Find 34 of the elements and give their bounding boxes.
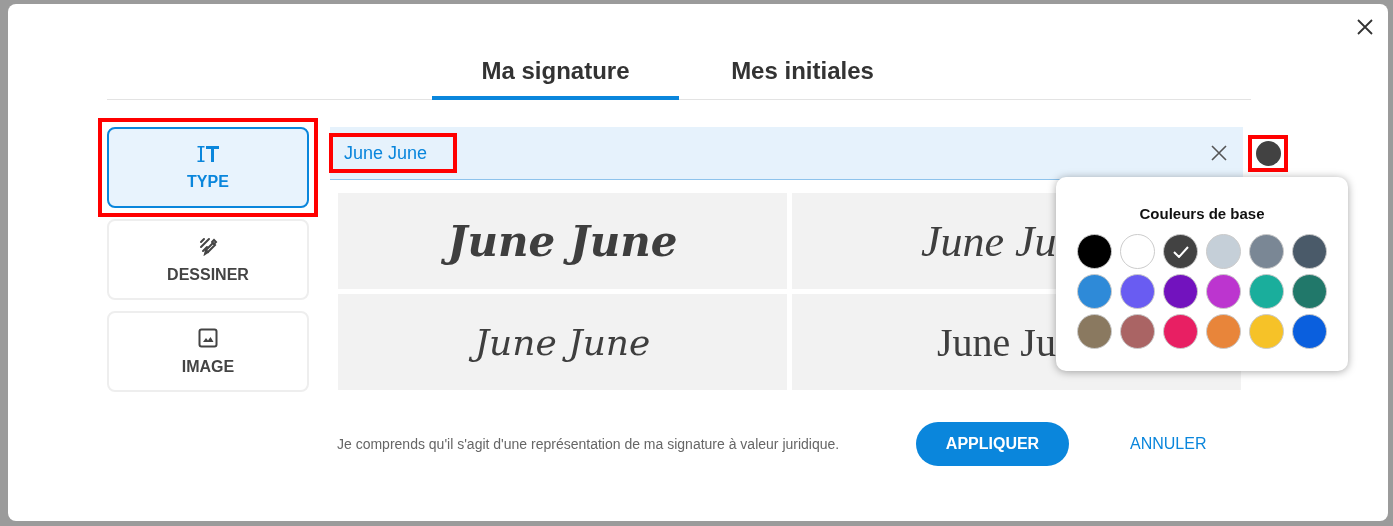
color-swatch[interactable] [1120, 274, 1155, 309]
text-type-icon [197, 144, 219, 163]
color-swatch[interactable] [1206, 274, 1241, 309]
color-swatch[interactable] [1077, 274, 1112, 309]
signature-option[interactable]: June June [338, 294, 787, 390]
image-icon [198, 327, 218, 348]
color-swatch[interactable] [1249, 234, 1284, 269]
close-button[interactable] [1356, 18, 1374, 36]
color-swatch[interactable] [1292, 274, 1327, 309]
color-swatch[interactable] [1206, 234, 1241, 269]
pencil-icon [198, 235, 218, 256]
apply-button[interactable]: APPLIQUER [916, 422, 1069, 466]
clear-icon[interactable] [1211, 145, 1227, 161]
tab[interactable]: Mes initiales [679, 54, 926, 100]
color-swatch[interactable] [1292, 314, 1327, 349]
color-swatch[interactable] [1163, 314, 1198, 349]
color-swatch[interactable] [1206, 314, 1241, 349]
color-swatch[interactable] [1120, 234, 1155, 269]
signature-option[interactable]: June June [338, 193, 787, 289]
color-picker-button[interactable] [1248, 135, 1288, 172]
color-swatch[interactable] [1163, 234, 1198, 269]
legal-notice: Je comprends qu'il s'agit d'une représentation de ma signature à valeur juridique. [337, 436, 841, 452]
color-swatch[interactable] [1163, 274, 1198, 309]
color-swatch[interactable] [1292, 234, 1327, 269]
color-swatch[interactable] [1077, 314, 1112, 349]
color-swatch[interactable] [1249, 314, 1284, 349]
check-icon [1172, 245, 1189, 258]
color-swatch[interactable] [1077, 234, 1112, 269]
mode-button[interactable]: IMAGE [107, 311, 309, 392]
color-swatch[interactable] [1120, 314, 1155, 349]
color-swatch[interactable] [1249, 274, 1284, 309]
cancel-link[interactable]: ANNULER [1130, 435, 1207, 453]
tab[interactable]: Ma signature [432, 54, 679, 100]
mode-button[interactable]: DESSINER [107, 219, 309, 300]
